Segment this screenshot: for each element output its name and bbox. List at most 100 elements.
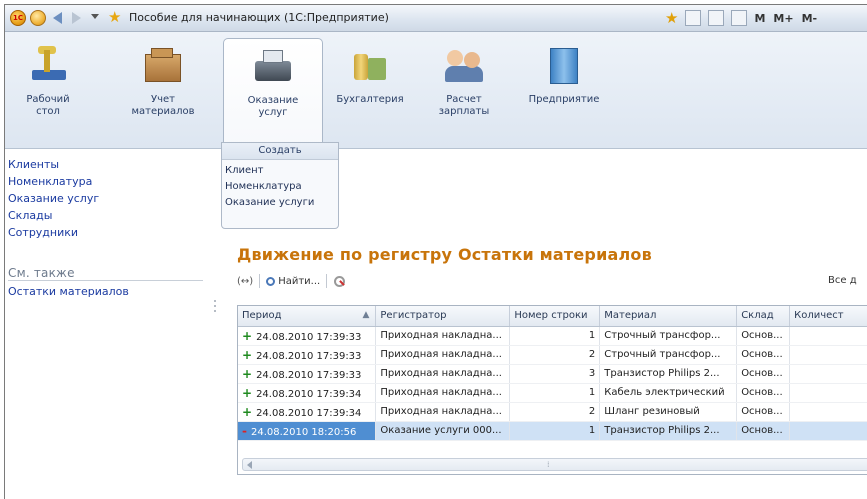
desktop-icon	[26, 46, 70, 86]
cell-period-text: 24.08.2010 17:39:33	[256, 350, 362, 362]
cell-period-text: 24.08.2010 17:39:34	[256, 407, 362, 419]
history-dropdown-icon[interactable]	[91, 14, 99, 19]
cell-material-text: Кабель электрический	[604, 387, 725, 398]
scroll-left-icon[interactable]	[247, 461, 252, 469]
cell-warehouse[interactable]: Основ...	[736, 421, 791, 441]
memory-m-button[interactable]: M	[754, 12, 765, 25]
cell-line-number[interactable]: 3	[509, 364, 601, 384]
cell-period[interactable]: -24.08.2010 18:20:56	[238, 421, 377, 441]
cell-quantity[interactable]	[789, 345, 867, 365]
cell-registrar-text: Оказание услуги 000...	[380, 425, 502, 436]
nav-item-services[interactable]: Оказание услуг	[8, 192, 99, 205]
cell-line-number-text: 1	[588, 387, 596, 398]
nav-item-clients[interactable]: Клиенты	[8, 158, 59, 171]
app-logo-icon[interactable]: 1C	[10, 10, 26, 26]
output-list-icon[interactable]: (↔)	[237, 276, 253, 287]
section-enterprise[interactable]: Предприятие	[524, 41, 604, 106]
cell-quantity[interactable]	[789, 326, 867, 346]
people-icon	[442, 46, 486, 86]
cell-registrar[interactable]: Приходная накладна...	[375, 326, 511, 346]
sort-ascending-icon: ▲	[362, 310, 370, 321]
cell-registrar[interactable]: Оказание услуги 000...	[375, 421, 511, 441]
memory-plus-button[interactable]: M+	[773, 12, 793, 25]
cell-quantity[interactable]	[789, 364, 867, 384]
table-row[interactable]: +24.08.2010 17:39:34 Приходная накладна..…	[238, 402, 867, 422]
cell-line-number[interactable]: 1	[509, 421, 601, 441]
horizontal-scrollbar[interactable]: ⁞	[242, 458, 867, 471]
back-arrow-icon[interactable]	[53, 12, 62, 24]
main-menu-icon[interactable]	[30, 10, 46, 26]
column-registrar[interactable]: Регистратор	[375, 306, 511, 327]
cell-warehouse[interactable]: Основ...	[736, 364, 791, 384]
table-row[interactable]: +24.08.2010 17:39:34 Приходная накладна..…	[238, 383, 867, 403]
calculator-icon[interactable]	[708, 10, 725, 26]
cancel-search-icon[interactable]	[333, 275, 346, 287]
table-row[interactable]: +24.08.2010 17:39:33 Приходная накладна..…	[238, 364, 867, 384]
cell-material[interactable]: Транзистор Philips 2...	[599, 364, 738, 384]
cell-material[interactable]: Шланг резиновый	[599, 402, 738, 422]
column-warehouse[interactable]: Склад	[736, 306, 791, 327]
cell-period[interactable]: +24.08.2010 17:39:34	[238, 383, 377, 403]
table-row[interactable]: +24.08.2010 17:39:33 Приходная накладна..…	[238, 345, 867, 365]
nav-item-nomenclature[interactable]: Номенклатура	[8, 175, 92, 188]
income-plus-icon: +	[242, 385, 253, 400]
forward-arrow-icon[interactable]	[72, 12, 81, 24]
title-bar-tools: ★ M M+ M-	[665, 9, 825, 27]
section-materials[interactable]: Учет материалов	[123, 41, 203, 118]
create-panel: Создать Клиент Номенклатура Оказание усл…	[221, 142, 339, 229]
title-bar: 1C ★ Пособие для начинающих (1С:Предприя…	[5, 5, 867, 32]
all-actions-button[interactable]: Все д	[828, 275, 857, 286]
cell-period[interactable]: +24.08.2010 17:39:33	[238, 345, 377, 365]
nav-item-employees[interactable]: Сотрудники	[8, 226, 78, 239]
cell-registrar[interactable]: Приходная накладна...	[375, 383, 511, 403]
cell-line-number[interactable]: 1	[509, 383, 601, 403]
cell-material[interactable]: Транзистор Philips 2...	[599, 421, 738, 441]
history-icon[interactable]	[685, 10, 702, 26]
cell-line-number[interactable]: 2	[509, 345, 601, 365]
cell-period[interactable]: +24.08.2010 17:39:33	[238, 326, 377, 346]
cell-registrar[interactable]: Приходная накладна...	[375, 402, 511, 422]
panel-splitter-handle[interactable]	[212, 297, 218, 327]
section-desktop[interactable]: Рабочий стол	[8, 41, 88, 118]
magnifier-icon	[266, 276, 276, 286]
find-button[interactable]: Найти...	[266, 276, 320, 287]
memory-minus-button[interactable]: M-	[802, 12, 818, 25]
column-quantity[interactable]: Количест	[789, 306, 867, 327]
calendar-icon[interactable]	[731, 10, 748, 26]
cell-period[interactable]: +24.08.2010 17:39:33	[238, 364, 377, 384]
section-payroll[interactable]: Расчет зарплаты	[424, 41, 504, 118]
cell-registrar[interactable]: Приходная накладна...	[375, 345, 511, 365]
favorites-icon[interactable]: ★	[665, 9, 678, 27]
cell-material[interactable]: Строчный трансфор...	[599, 345, 738, 365]
cell-registrar[interactable]: Приходная накладна...	[375, 364, 511, 384]
cell-line-number[interactable]: 2	[509, 402, 601, 422]
create-nomenclature-link[interactable]: Номенклатура	[225, 181, 302, 192]
nav-item-material-balances[interactable]: Остатки материалов	[8, 285, 129, 298]
table-row[interactable]: -24.08.2010 18:20:56 Оказание услуги 000.…	[238, 421, 867, 441]
cell-period-text: 24.08.2010 17:39:34	[256, 388, 362, 400]
scroll-grip-icon: ⁞	[547, 460, 550, 469]
column-period[interactable]: Период ▲	[238, 306, 377, 327]
cell-quantity[interactable]	[789, 402, 867, 422]
cell-warehouse[interactable]: Основ...	[736, 345, 791, 365]
cell-quantity[interactable]	[789, 421, 867, 441]
create-client-link[interactable]: Клиент	[225, 165, 264, 176]
section-services[interactable]: Оказание услуг	[223, 38, 323, 152]
toolbar-divider	[326, 274, 328, 288]
cell-warehouse[interactable]: Основ...	[736, 326, 791, 346]
cell-period[interactable]: +24.08.2010 17:39:34	[238, 402, 377, 422]
cell-material[interactable]: Кабель электрический	[599, 383, 738, 403]
favorites-star-icon[interactable]: ★	[108, 8, 124, 26]
cell-quantity[interactable]	[789, 383, 867, 403]
column-line-number[interactable]: Номер строки	[509, 306, 601, 327]
cell-line-number[interactable]: 1	[509, 326, 601, 346]
cell-material[interactable]: Строчный трансфор...	[599, 326, 738, 346]
cell-warehouse[interactable]: Основ...	[736, 383, 791, 403]
cell-warehouse-text: Основ...	[741, 330, 783, 341]
create-service-link[interactable]: Оказание услуги	[225, 197, 314, 208]
cell-warehouse[interactable]: Основ...	[736, 402, 791, 422]
nav-item-warehouses[interactable]: Склады	[8, 209, 52, 222]
column-material[interactable]: Материал	[599, 306, 738, 327]
section-accounting[interactable]: Бухгалтерия	[330, 41, 410, 106]
table-row[interactable]: +24.08.2010 17:39:33 Приходная накладна..…	[238, 326, 867, 346]
